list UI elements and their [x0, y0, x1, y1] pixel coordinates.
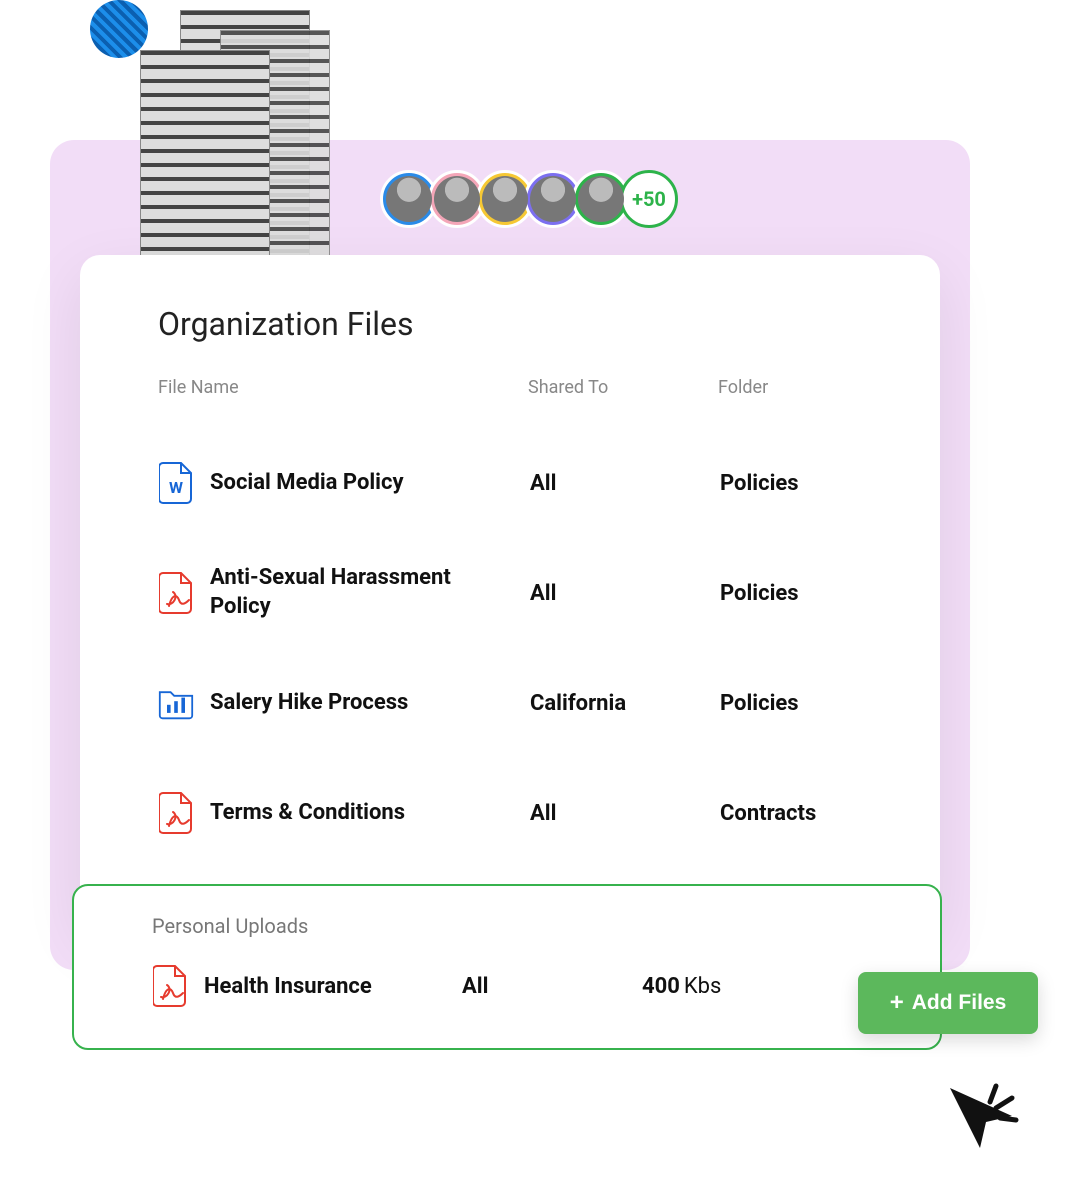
file-name: Health Insurance — [204, 974, 462, 999]
table-row[interactable]: Anti-Sexual Harassment Policy All Polici… — [158, 538, 880, 648]
personal-uploads-card: Personal Uploads Health Insurance All 40… — [72, 884, 942, 1050]
cursor-icon — [940, 1078, 1020, 1162]
file-size-value: 400 — [642, 974, 680, 999]
file-shared: All — [530, 471, 720, 496]
avatar-overflow-count[interactable]: +50 — [620, 170, 678, 228]
col-file-name: File Name — [158, 377, 528, 398]
pdf-icon — [158, 571, 194, 615]
file-shared: All — [530, 801, 720, 826]
avatar[interactable] — [380, 170, 438, 228]
table-row[interactable]: W Social Media Policy All Policies — [158, 428, 880, 538]
avatar[interactable] — [476, 170, 534, 228]
table-row[interactable]: Salery Hike Process California Policies — [158, 648, 880, 758]
file-shared: All — [530, 581, 720, 606]
file-folder: Policies — [720, 581, 880, 606]
add-files-label: Add Files — [912, 991, 1007, 1015]
file-name: Anti-Sexual Harassment Policy — [210, 564, 530, 621]
decorative-circle — [90, 0, 148, 58]
chart-folder-icon — [158, 681, 194, 725]
member-avatars: +50 — [380, 170, 678, 228]
organization-files-card: Organization Files File Name Shared To F… — [80, 255, 940, 928]
avatar[interactable] — [524, 170, 582, 228]
word-doc-icon: W — [158, 461, 194, 505]
avatar[interactable] — [428, 170, 486, 228]
file-size-unit: Kbs — [684, 974, 722, 999]
avatar[interactable] — [572, 170, 630, 228]
pdf-icon — [152, 964, 188, 1008]
col-folder: Folder — [718, 377, 880, 398]
file-size: 400Kbs — [642, 974, 880, 999]
table-row[interactable]: Terms & Conditions All Contracts — [158, 758, 880, 868]
file-folder: Contracts — [720, 801, 880, 826]
file-shared: California — [530, 691, 720, 716]
svg-text:W: W — [169, 478, 183, 497]
file-shared: All — [462, 974, 642, 999]
pdf-icon — [158, 791, 194, 835]
file-name: Salery Hike Process — [210, 689, 530, 718]
page-title: Organization Files — [158, 305, 880, 343]
table-header: File Name Shared To Folder — [158, 377, 880, 398]
file-folder: Policies — [720, 471, 880, 496]
file-folder: Policies — [720, 691, 880, 716]
building-illustration — [140, 10, 340, 270]
section-title: Personal Uploads — [152, 914, 880, 938]
file-name: Social Media Policy — [210, 469, 530, 498]
col-shared-to: Shared To — [528, 377, 718, 398]
file-name: Terms & Conditions — [210, 799, 530, 828]
plus-icon: + — [890, 991, 904, 1015]
add-files-button[interactable]: + Add Files — [858, 972, 1038, 1034]
table-row[interactable]: Health Insurance All 400Kbs — [152, 964, 880, 1008]
